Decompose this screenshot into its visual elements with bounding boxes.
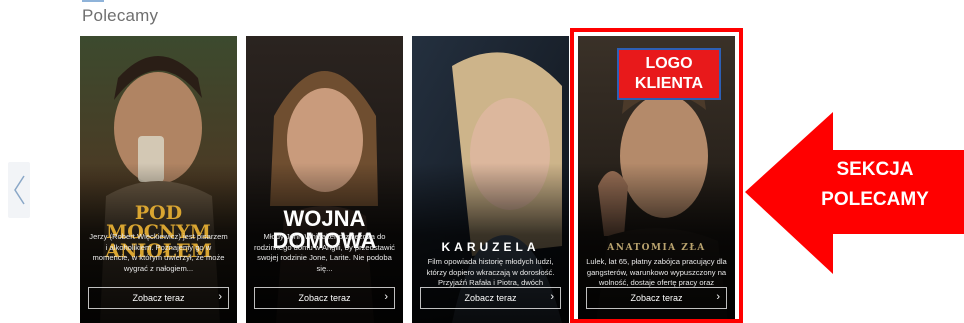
client-logo-placeholder: LOGO KLIENTA [617,48,721,100]
watch-now-label: Zobacz teraz [298,293,351,303]
chevron-left-icon [14,175,25,205]
client-logo-line: LOGO [645,55,693,72]
callout-line: POLECAMY [821,189,929,210]
chevron-right-icon: › [550,291,554,303]
movie-card[interactable]: POD MOCNYM ANIOŁEM Jerzy (Robert Więckie… [80,36,237,323]
section-title: Polecamy [82,6,159,25]
movie-description: Jerzy (Robert Więckiewicz) jest pisarzem… [89,232,228,273]
watch-now-label: Zobacz teraz [132,293,185,303]
carousel-prev-button[interactable] [8,162,30,218]
movie-description: Młody John Whittaker przyjeżdża do rodzi… [254,232,395,273]
watch-now-button[interactable]: Zobacz teraz › [254,287,395,309]
client-logo-line: KLIENTA [634,75,704,92]
watch-now-label: Zobacz teraz [464,293,517,303]
movie-card[interactable]: WOJNA DOMOWA Młody John Whittaker przyje… [246,36,403,323]
callout-line: SEKCJA [836,159,914,180]
chevron-right-icon: › [218,291,222,303]
watch-now-button[interactable]: Zobacz teraz › [420,287,561,309]
movie-title-line: KARUZELA [441,240,540,254]
chevron-right-icon: › [384,291,388,303]
movie-title-line: WOJNA [283,206,366,231]
movie-description: Film opowiada historię młodych ludzi, kt… [426,257,555,287]
title-accent-line [82,0,104,2]
callout-text: SEKCJA POLECAMY [790,155,960,225]
watch-now-button[interactable]: Zobacz teraz › [88,287,229,309]
movie-title: KARUZELA [416,241,565,253]
movie-card[interactable]: KARUZELA Film opowiada historię młodych … [412,36,569,323]
